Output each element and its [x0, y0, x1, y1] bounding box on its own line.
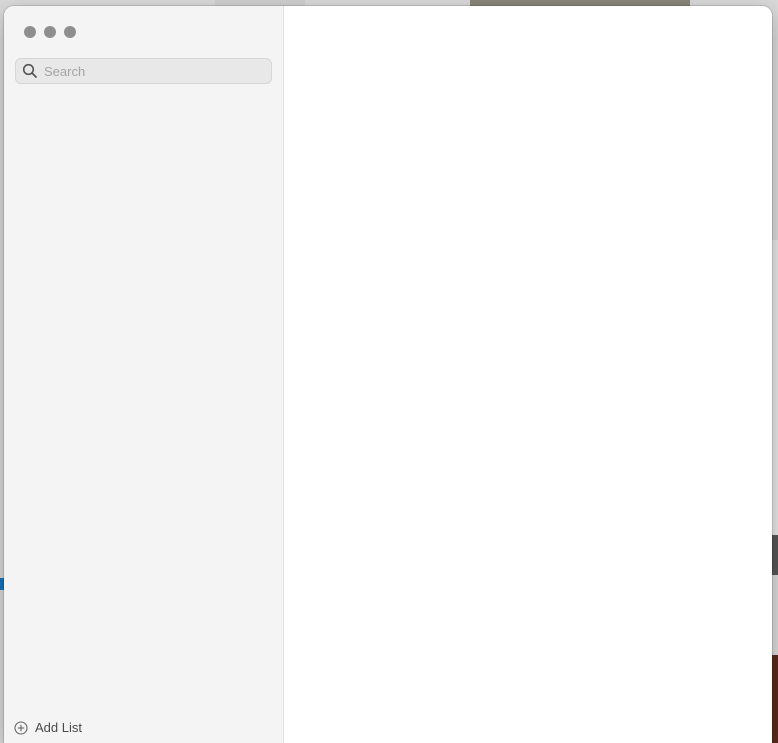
- zoom-window-button[interactable]: [64, 26, 76, 38]
- reminders-window: Add List: [4, 6, 772, 743]
- search-field[interactable]: [15, 58, 272, 84]
- main-content-area[interactable]: [284, 6, 772, 743]
- add-list-label: Add List: [35, 720, 82, 735]
- add-list-button[interactable]: Add List: [14, 720, 82, 735]
- window-controls: [24, 26, 76, 38]
- minimize-window-button[interactable]: [44, 26, 56, 38]
- search-input[interactable]: [44, 63, 254, 79]
- sidebar: Add List: [4, 6, 284, 743]
- close-window-button[interactable]: [24, 26, 36, 38]
- add-circle-icon: [14, 720, 28, 735]
- search-icon: [22, 63, 37, 78]
